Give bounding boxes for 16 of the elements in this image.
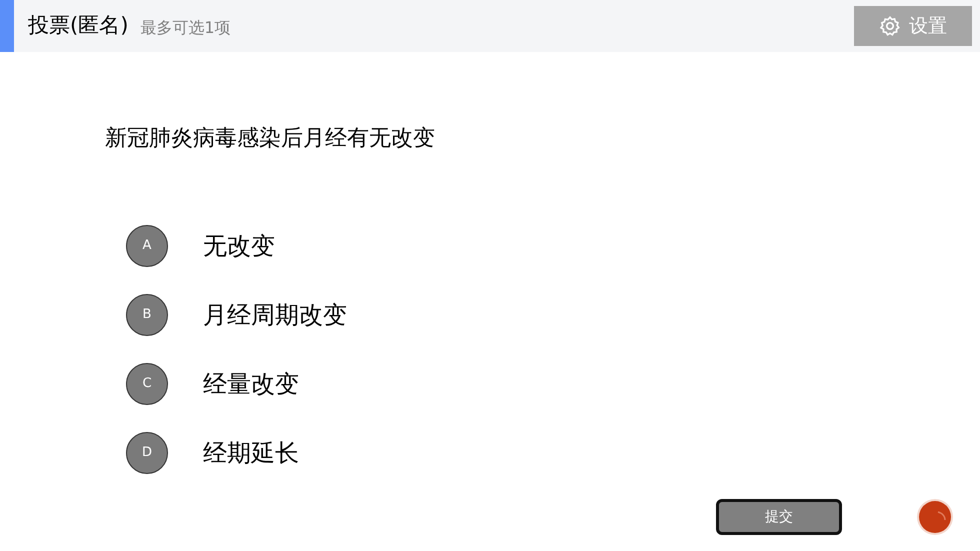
settings-button[interactable]: 设置 — [854, 6, 972, 46]
settings-icon — [879, 15, 901, 37]
option-label[interactable]: 经量改变 — [203, 366, 299, 402]
option-letter[interactable]: D — [126, 432, 168, 474]
accent-bar — [0, 0, 14, 52]
panel-subtitle: 最多可选1项 — [140, 17, 231, 39]
question-text: 新冠肺炎病毒感染后月经有无改变 — [105, 125, 436, 153]
option-label[interactable]: 月经周期改变 — [203, 297, 347, 333]
option-letter[interactable]: A — [126, 225, 168, 267]
seal-icon — [916, 498, 954, 536]
submit-button[interactable]: 提交 — [716, 499, 842, 535]
option-label[interactable]: 无改变 — [203, 228, 275, 264]
option-letter[interactable]: C — [126, 363, 168, 405]
option-label[interactable]: 经期延长 — [203, 435, 299, 471]
panel-title: 投票(匿名) — [28, 12, 128, 40]
option-letter[interactable]: B — [126, 294, 168, 336]
